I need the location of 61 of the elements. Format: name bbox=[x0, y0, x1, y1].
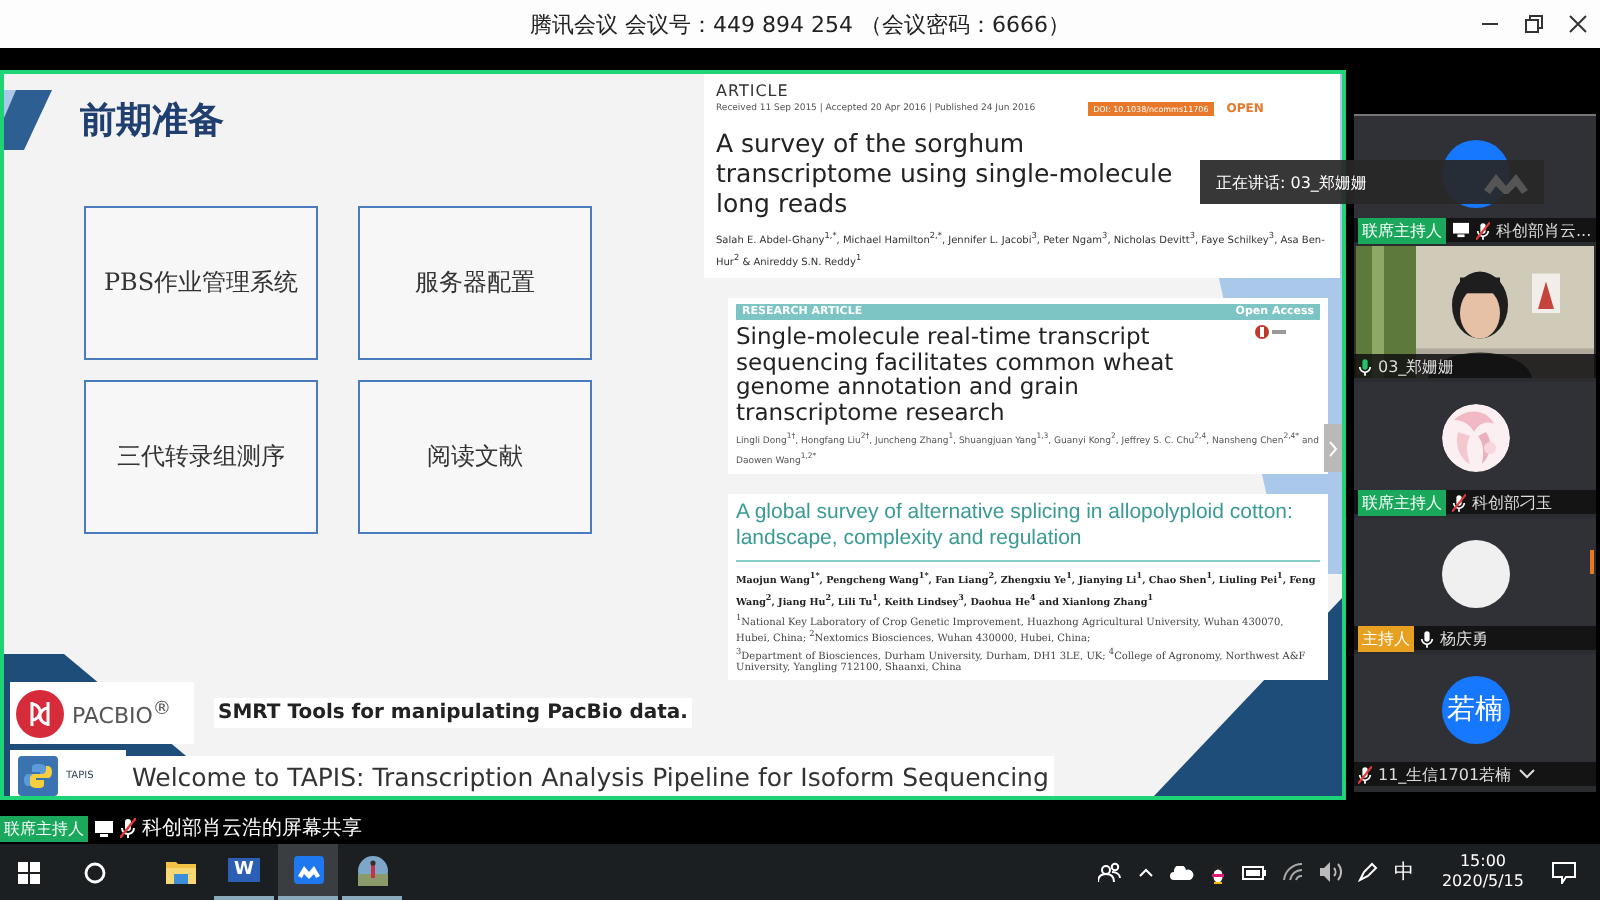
participant-tile[interactable]: 主持人 杨庆勇 bbox=[1354, 518, 1596, 650]
avatar bbox=[1441, 540, 1509, 608]
taskbar-app[interactable] bbox=[278, 844, 338, 900]
role-badge: 主持人 bbox=[1358, 625, 1414, 651]
article-label: ARTICLE bbox=[716, 82, 791, 100]
meeting-app-icon bbox=[293, 856, 323, 884]
participant-name: 科创部刁玉 bbox=[1472, 491, 1552, 513]
slide-title: 前期准备 bbox=[80, 98, 224, 144]
speaking-label: 正在讲话: 03_郑姗姗 bbox=[1216, 171, 1367, 193]
input-method-indicator[interactable]: 中 bbox=[1393, 858, 1414, 886]
participant-name: 科创部肖云... bbox=[1496, 219, 1592, 241]
pen-icon[interactable] bbox=[1357, 862, 1378, 882]
search-icon[interactable] bbox=[84, 861, 106, 883]
python-icon bbox=[18, 756, 58, 796]
topic-box: 阅读文献 bbox=[358, 380, 592, 534]
battery-icon[interactable] bbox=[1241, 865, 1266, 879]
topic-box: PBS作业管理系统 bbox=[84, 206, 318, 360]
word-app-icon: W bbox=[228, 858, 260, 882]
topic-box: 服务器配置 bbox=[358, 206, 592, 360]
role-badge: 联席主持人 bbox=[1358, 489, 1446, 515]
participant-name: 杨庆勇 bbox=[1440, 627, 1488, 649]
article-title: A global survey of alternative splicing in allopolyploid cotton: landscape, complexity and regulation bbox=[736, 500, 1295, 553]
participant-tile[interactable]: 03_郑姗姗 bbox=[1354, 246, 1596, 378]
clock-date[interactable]: 2020/5/15 bbox=[1441, 872, 1524, 892]
avatar: 若楠 bbox=[1441, 676, 1509, 744]
close-icon[interactable] bbox=[1568, 14, 1588, 34]
screen-share-caption: 科创部肖云浩的屏幕共享 bbox=[142, 815, 362, 842]
speaker-icon[interactable] bbox=[1319, 862, 1342, 882]
topic-box: 三代转录组测序 bbox=[84, 380, 318, 534]
clock-time[interactable]: 15:00 bbox=[1459, 852, 1507, 872]
role-badge: 联席主持人 bbox=[1358, 217, 1446, 243]
meeting-logo-icon bbox=[1484, 170, 1528, 194]
taskbar-app[interactable]: W bbox=[214, 844, 274, 900]
people-icon[interactable] bbox=[1097, 862, 1122, 882]
article-title: Single-molecule real-time transcript sequencing facilitates common wheat genome annotation and grain transcriptome research bbox=[736, 324, 1176, 425]
notification-icon[interactable] bbox=[1552, 861, 1576, 883]
article-title: A survey of the sorghum transcriptome using single-molecule long reads bbox=[716, 128, 1175, 218]
folder-icon bbox=[165, 860, 195, 884]
pacbio-wordmark: PACBIO$^{®}$ bbox=[72, 697, 172, 729]
windows-start-icon[interactable] bbox=[18, 861, 40, 883]
tapis-caption: Welcome to TAPIS: Transcription Analysis Pipeline for Isoform Sequencing bbox=[126, 755, 1055, 796]
chevron-right-icon bbox=[1328, 439, 1338, 457]
restore-icon[interactable] bbox=[1524, 14, 1544, 34]
cloud-icon[interactable] bbox=[1169, 865, 1194, 879]
muted-mic-icon bbox=[120, 818, 136, 838]
pacbio-caption: SMRT Tools for manipulating PacBio data. bbox=[214, 698, 692, 728]
chevron-down-icon[interactable] bbox=[1517, 768, 1536, 780]
wifi-icon[interactable] bbox=[1281, 862, 1304, 882]
caret-up-icon[interactable] bbox=[1137, 867, 1154, 877]
participant-name: 11_生信1701若楠 bbox=[1378, 763, 1512, 785]
title-marker-icon bbox=[4, 90, 52, 150]
scrollbar-thumb[interactable] bbox=[1590, 550, 1594, 574]
participant-tile[interactable]: 联席主持人 科创部刁玉 bbox=[1354, 382, 1596, 514]
window-title: 腾讯会议 会议号：449 894 254 （会议密码：6666） bbox=[530, 9, 1070, 39]
penguin-icon[interactable] bbox=[1209, 861, 1226, 883]
crossmark-icon bbox=[1254, 324, 1286, 341]
participant-tile[interactable]: 若楠 11_生信1701若楠 bbox=[1354, 654, 1596, 786]
participant-name: 03_郑姗姗 bbox=[1378, 355, 1455, 377]
role-badge: 联席主持人 bbox=[0, 815, 88, 841]
screen-share-icon bbox=[94, 819, 114, 837]
pacbio-mark-icon bbox=[16, 689, 64, 737]
